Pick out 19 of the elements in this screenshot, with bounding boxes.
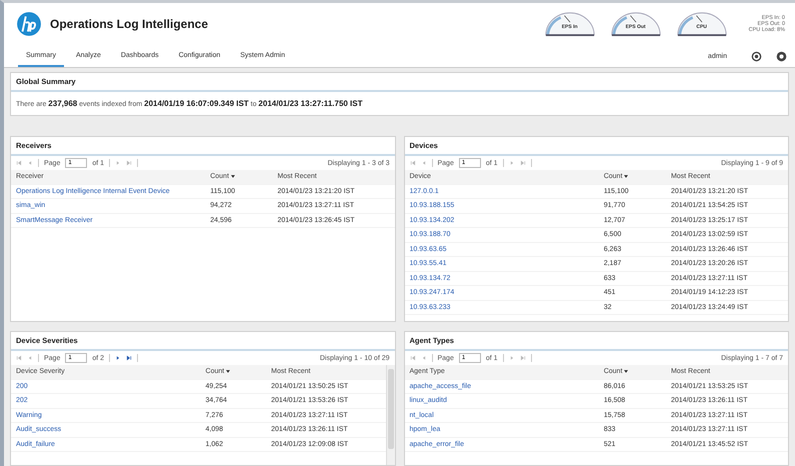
sort-caret-icon	[624, 175, 628, 178]
next-page-icon[interactable]	[115, 355, 122, 361]
scrollbar[interactable]	[386, 365, 394, 465]
last-page-icon[interactable]	[126, 355, 132, 361]
sort-caret-icon	[230, 175, 235, 178]
logo-icon	[16, 11, 42, 37]
previous-page-icon[interactable]	[420, 160, 426, 166]
previous-page-icon[interactable]	[27, 160, 33, 166]
previous-page-icon[interactable]	[27, 355, 33, 361]
first-page-icon[interactable]	[410, 160, 416, 166]
sort-caret-icon	[624, 370, 628, 374]
help-icon[interactable]	[776, 50, 787, 62]
first-page-icon[interactable]	[16, 355, 22, 361]
sort-caret-icon	[226, 370, 230, 374]
first-page-icon[interactable]	[410, 355, 416, 361]
app-title: Operations Log Intelligence	[50, 17, 208, 31]
previous-page-icon[interactable]	[420, 355, 426, 361]
settings-icon[interactable]	[751, 50, 762, 62]
first-page-icon[interactable]	[16, 160, 22, 166]
